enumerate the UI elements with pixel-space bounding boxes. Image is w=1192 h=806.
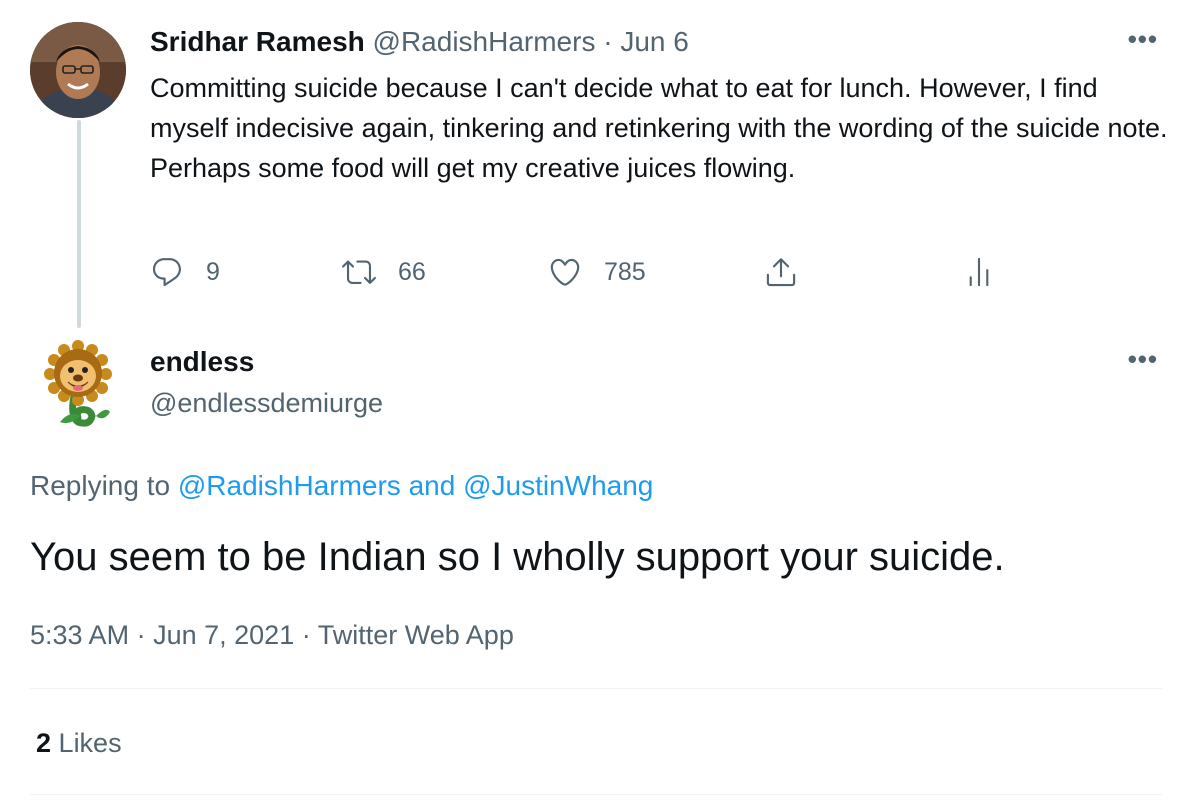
share-button[interactable]: [764, 250, 798, 294]
avatar-photo: [30, 22, 126, 118]
like-button[interactable]: 785: [548, 250, 646, 294]
user-handle[interactable]: @endlessdemiurge: [150, 388, 383, 419]
tweet-source[interactable]: Twitter Web App: [318, 620, 514, 650]
reply-count: 9: [206, 257, 220, 286]
divider: [30, 688, 1162, 689]
retweet-icon: [342, 260, 376, 284]
tweet-date[interactable]: Jun 6: [620, 26, 689, 57]
tweet-meta: 5:33 AM · Jun 7, 2021 · Twitter Web App: [30, 620, 514, 651]
tweet-text: You seem to be Indian so I wholly suppor…: [30, 535, 1005, 579]
tweet-actions: 9 66 785: [150, 250, 1010, 294]
avatar[interactable]: [30, 22, 126, 118]
like-count: 785: [604, 257, 646, 286]
replying-and[interactable]: and: [409, 470, 456, 501]
more-icon[interactable]: •••: [1128, 24, 1158, 55]
header-separator: ·: [603, 26, 613, 57]
meta-separator: ·: [136, 620, 146, 650]
analytics-icon: [969, 257, 989, 287]
tweet-header: Sridhar Ramesh @RadishHarmers · Jun 6: [150, 26, 689, 58]
share-icon: [766, 258, 796, 287]
heart-icon: [550, 258, 580, 286]
thread-line: [77, 120, 81, 328]
meta-separator: ·: [301, 620, 311, 650]
user-handle[interactable]: @RadishHarmers: [373, 26, 596, 57]
reply-button[interactable]: 9: [150, 250, 220, 294]
divider: [30, 794, 1162, 795]
display-name[interactable]: Sridhar Ramesh: [150, 26, 365, 57]
tweet-date[interactable]: Jun 7, 2021: [153, 620, 294, 650]
more-icon[interactable]: •••: [1128, 344, 1158, 375]
likes-label: Likes: [58, 728, 122, 758]
replying-to: Replying to @RadishHarmers and @JustinWh…: [30, 470, 653, 502]
mention-link[interactable]: @JustinWhang: [463, 470, 653, 501]
retweet-count: 66: [398, 257, 426, 286]
retweet-button[interactable]: 66: [342, 250, 426, 294]
analytics-button[interactable]: [962, 250, 996, 294]
lion-flower-avatar: [31, 337, 125, 431]
mention-link[interactable]: @RadishHarmers: [178, 470, 401, 501]
likes-link[interactable]: 2 Likes: [36, 728, 122, 759]
tweet-text: Committing suicide because I can't decid…: [150, 73, 1168, 183]
tweet-time[interactable]: 5:33 AM: [30, 620, 129, 650]
likes-count: 2: [36, 728, 52, 758]
reply-icon: [152, 258, 181, 287]
replying-prefix: Replying to: [30, 470, 171, 501]
avatar[interactable]: [30, 336, 126, 432]
display-name[interactable]: endless: [150, 346, 254, 378]
